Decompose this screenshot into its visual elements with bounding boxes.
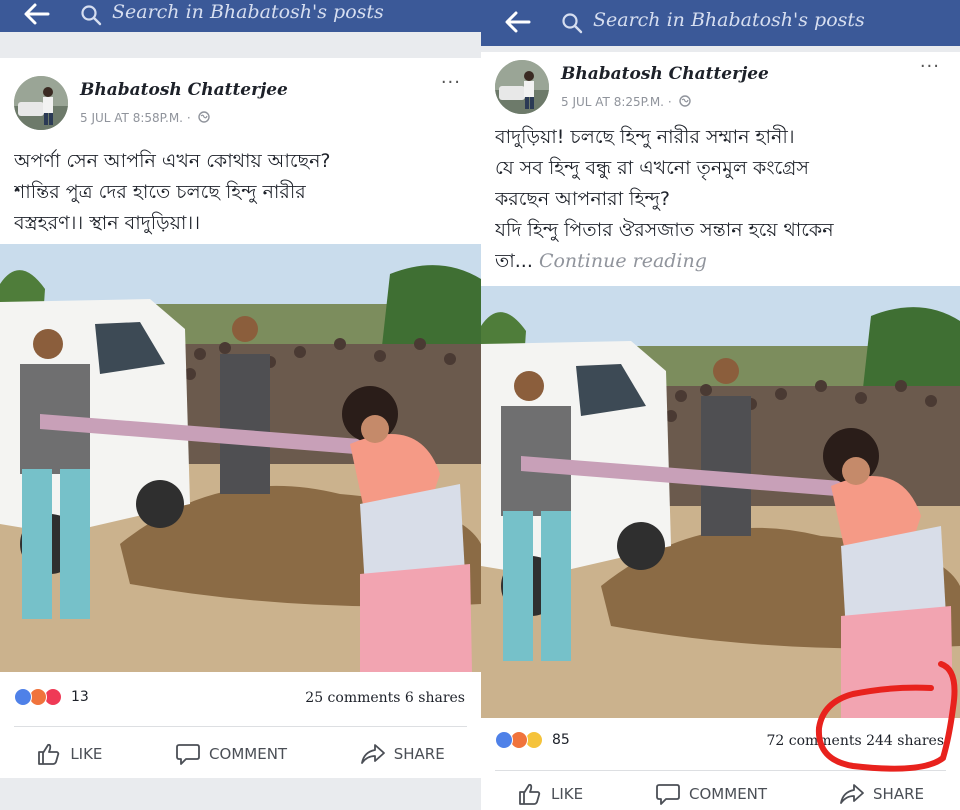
share-button[interactable]: SHARE [360, 741, 445, 767]
meta-separator: · [186, 111, 191, 125]
comments-shares-count[interactable]: 25 comments 6 shares [305, 690, 465, 706]
right-screenshot: Search in Bhabatosh's posts Bhabatosh Ch… [481, 0, 960, 810]
post-meta: 5 JUL AT 8:25P.M. · [561, 95, 692, 109]
post-text-line: যদি হিন্দু পিতার ঔরসজাত সন্তান হয়ে থাকে… [495, 219, 834, 241]
post-timestamp[interactable]: 5 JUL AT 8:58P.M. [80, 111, 183, 125]
comment-button[interactable]: COMMENT [655, 781, 767, 807]
more-options-icon[interactable]: ··· [441, 72, 461, 93]
post-text: অপর্ণা সেন আপনি এখন কোথায় আছেন? শান্তির… [14, 146, 467, 239]
search-box[interactable]: Search in Bhabatosh's posts [561, 8, 951, 38]
divider [14, 726, 467, 727]
share-button[interactable]: SHARE [839, 781, 924, 807]
globe-icon [679, 95, 692, 107]
post-text-line: অপর্ণা সেন আপনি এখন কোথায় আছেন? [14, 150, 331, 172]
more-options-icon[interactable]: ··· [920, 56, 940, 77]
reaction-count: 13 [71, 689, 89, 705]
author-name[interactable]: Bhabatosh Chatterjee [80, 80, 288, 100]
share-arrow-icon [840, 784, 864, 804]
thumbs-up-icon [38, 743, 60, 765]
like-reaction-icon [495, 731, 513, 749]
top-bar: Search in Bhabatosh's posts [0, 0, 481, 32]
action-bar: LIKE COMMENT SHARE [0, 738, 481, 770]
share-label: SHARE [393, 745, 445, 763]
top-bar: Search in Bhabatosh's posts [481, 0, 960, 46]
post-card: Bhabatosh Chatterjee 5 JUL AT 8:25P.M. ·… [481, 52, 960, 810]
reactions-summary[interactable]: 85 [495, 731, 570, 749]
like-button[interactable]: LIKE [517, 781, 583, 807]
continue-reading-link[interactable]: Continue reading [539, 250, 707, 272]
share-label: SHARE [873, 785, 924, 803]
avatar[interactable] [495, 60, 549, 114]
comment-label: COMMENT [689, 785, 768, 803]
back-arrow-icon[interactable] [22, 1, 50, 27]
like-label: LIKE [550, 785, 584, 803]
post-meta: 5 JUL AT 8:58P.M. · [80, 111, 211, 125]
back-arrow-icon[interactable] [503, 9, 531, 35]
search-placeholder: Search in Bhabatosh's posts [593, 9, 865, 31]
post-timestamp[interactable]: 5 JUL AT 8:25P.M. [561, 95, 664, 109]
post-text-line: বাদুড়িয়া! চলছে হিন্দু নারীর সম্মান হান… [495, 126, 795, 148]
search-box[interactable]: Search in Bhabatosh's posts [80, 0, 470, 30]
like-label: LIKE [70, 745, 103, 763]
avatar[interactable] [14, 76, 68, 130]
reactions-summary[interactable]: 13 [14, 688, 89, 706]
truncated-text: তা... [495, 250, 533, 272]
comment-button[interactable]: COMMENT [175, 741, 287, 767]
like-reaction-icon [14, 688, 32, 706]
post-text-last-line: তা... Continue reading [495, 246, 946, 277]
post-text-line: করছেন আপনারা হিন্দু? [495, 188, 670, 210]
comment-icon [656, 784, 680, 805]
meta-separator: · [667, 95, 672, 109]
divider [495, 770, 946, 771]
search-icon [562, 13, 583, 34]
globe-icon [198, 111, 211, 123]
left-screenshot: Search in Bhabatosh's posts Bhabatosh Ch… [0, 0, 481, 810]
post-card: Bhabatosh Chatterjee 5 JUL AT 8:58P.M. ·… [0, 58, 481, 778]
comment-icon [176, 744, 200, 765]
thumbs-up-icon [519, 783, 541, 805]
comments-shares-count[interactable]: 72 comments 244 shares [766, 733, 944, 749]
post-text-line: বস্ত্রহরণ।। স্থান বাদুড়িয়া।। [14, 212, 201, 234]
comment-label: COMMENT [209, 745, 288, 763]
post-text-line: যে সব হিন্দু বন্ধু রা এখনো তৃনমুল কংগ্রে… [495, 157, 809, 179]
post-photo[interactable] [0, 244, 481, 672]
search-placeholder: Search in Bhabatosh's posts [112, 1, 384, 23]
author-name[interactable]: Bhabatosh Chatterjee [561, 64, 769, 84]
like-button[interactable]: LIKE [36, 741, 102, 767]
search-icon [81, 5, 102, 26]
post-text: বাদুড়িয়া! চলছে হিন্দু নারীর সম্মান হান… [495, 122, 946, 277]
post-text-line: শান্তির পুত্র দের হাতে চলছে হিন্দু নারীর [14, 181, 306, 203]
reaction-count: 85 [552, 732, 570, 748]
share-arrow-icon [360, 744, 385, 764]
post-photo[interactable] [481, 286, 960, 718]
action-bar: LIKE COMMENT SHARE [481, 778, 960, 810]
